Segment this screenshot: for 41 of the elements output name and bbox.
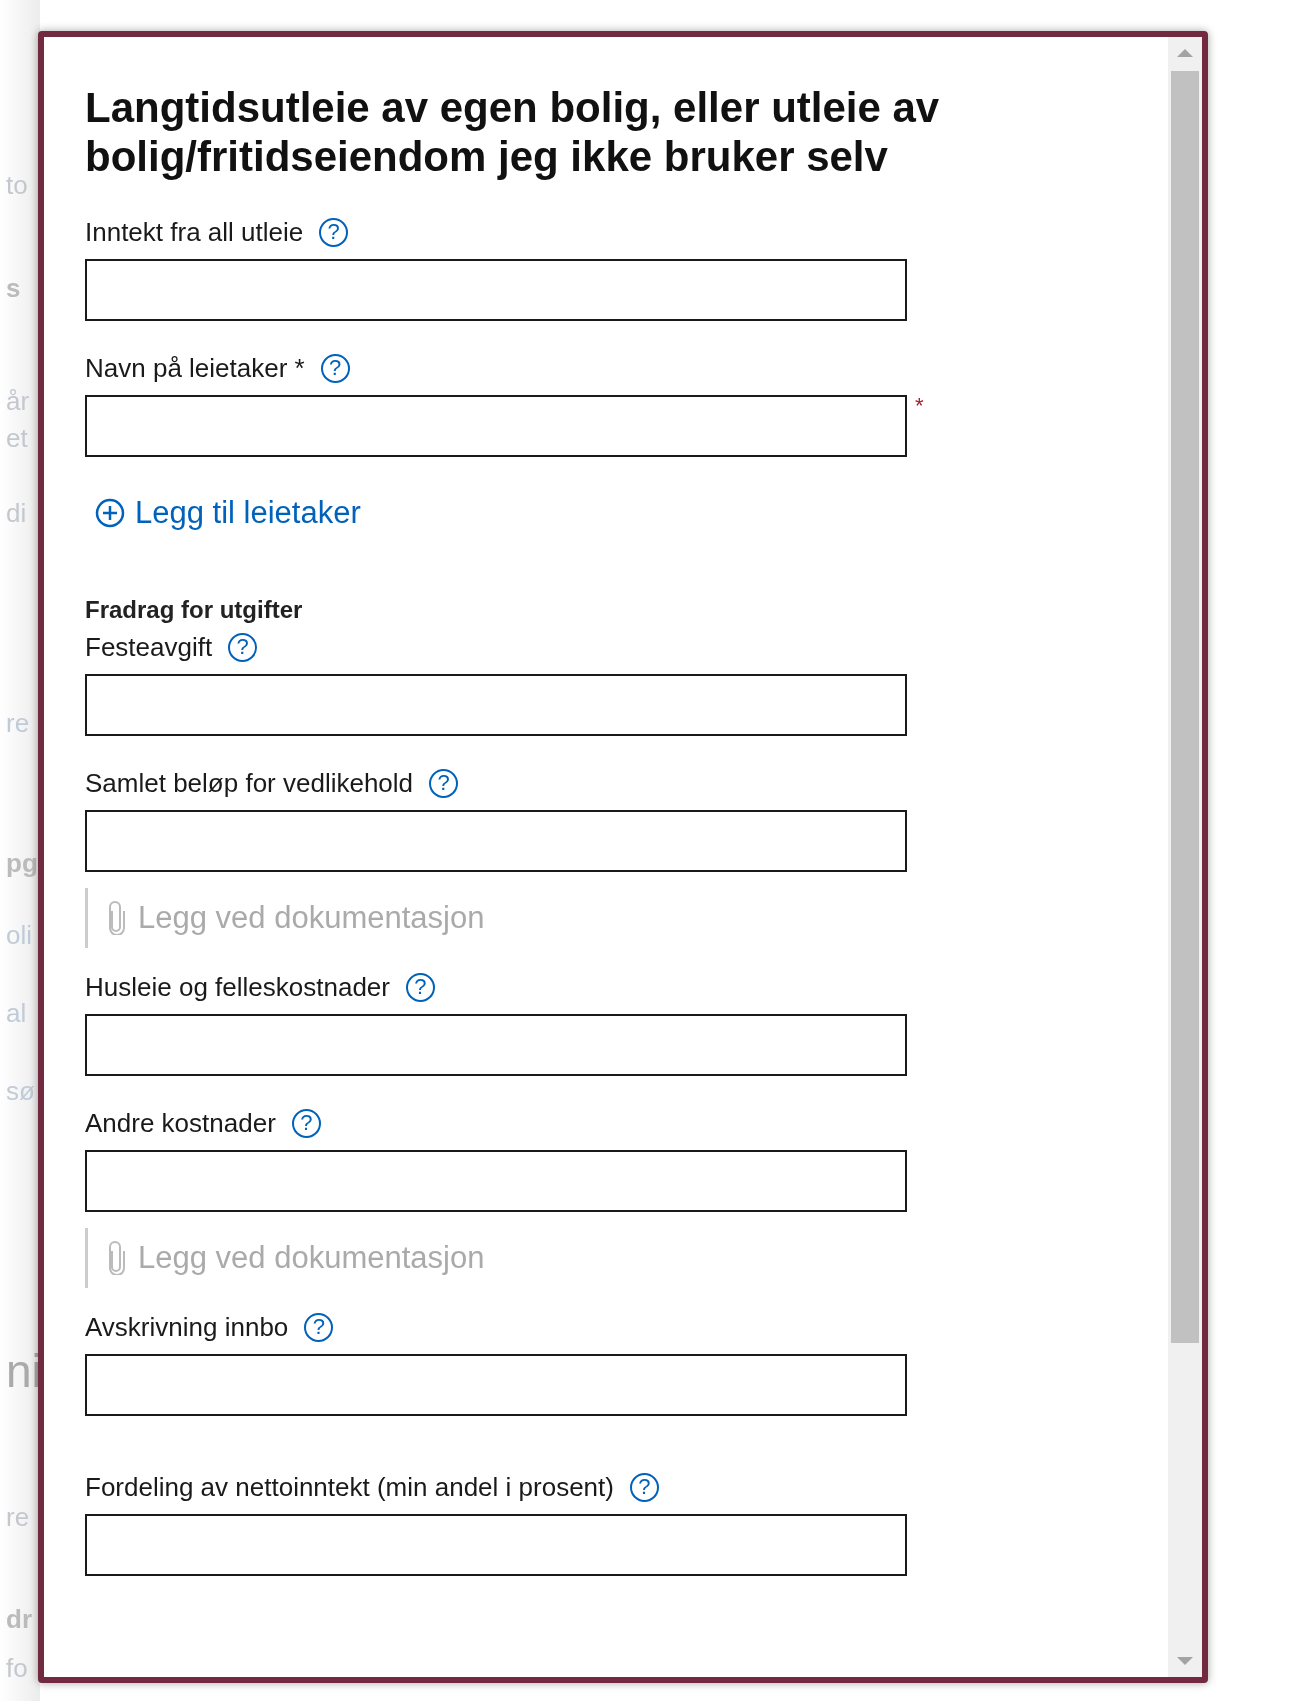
paperclip-icon bbox=[106, 901, 126, 935]
field-label: Andre kostnader bbox=[85, 1107, 276, 1139]
input-field[interactable] bbox=[85, 1014, 907, 1076]
input-field[interactable] bbox=[85, 674, 907, 736]
field-label: Navn på leietaker * bbox=[85, 352, 305, 384]
help-icon[interactable]: ? bbox=[319, 217, 349, 247]
field-label: Avskrivning innbo bbox=[85, 1311, 289, 1343]
help-icon[interactable]: ? bbox=[228, 632, 258, 662]
background-text: oli bbox=[6, 922, 32, 948]
background-text: re bbox=[6, 710, 30, 736]
help-icon[interactable]: ? bbox=[291, 1108, 321, 1138]
scrollbar[interactable] bbox=[1168, 37, 1202, 1677]
help-icon[interactable]: ? bbox=[304, 1312, 334, 1342]
help-icon[interactable]: ? bbox=[629, 1472, 659, 1502]
input-field[interactable] bbox=[85, 1354, 907, 1416]
help-icon[interactable]: ? bbox=[429, 768, 459, 798]
field-label: Samlet beløp for vedlikehold bbox=[85, 767, 414, 799]
help-icon[interactable]: ? bbox=[405, 972, 435, 1002]
input-field[interactable] bbox=[85, 259, 907, 321]
input-field[interactable] bbox=[85, 395, 907, 457]
field-label: Inntekt fra all utleie bbox=[85, 216, 304, 248]
background-text: to bbox=[6, 172, 28, 198]
input-field[interactable] bbox=[85, 810, 907, 872]
required-mark: * bbox=[915, 395, 924, 417]
dialog-title: Langtidsutleie av egen bolig, eller utleie av bolig/fritidseiendom jeg ikke bruker selv bbox=[85, 83, 941, 181]
add-tenant-link[interactable]: Legg til leietaker bbox=[95, 495, 361, 531]
background-text: s bbox=[6, 275, 21, 301]
help-icon[interactable]: ? bbox=[320, 353, 350, 383]
input-field[interactable] bbox=[85, 1150, 907, 1212]
background-text: dr bbox=[6, 1606, 32, 1632]
field-label: Festeavgift bbox=[85, 631, 213, 663]
section-heading: Fradrag for utgifter bbox=[85, 596, 304, 624]
field-label: Fordeling av nettoinntekt (min andel i prosent) bbox=[85, 1471, 614, 1503]
scrollbar-thumb[interactable] bbox=[1171, 71, 1199, 1343]
paperclip-icon bbox=[106, 1241, 126, 1275]
input-field[interactable] bbox=[85, 1514, 907, 1576]
background-text: al bbox=[6, 1000, 27, 1026]
background-text: pg bbox=[6, 850, 38, 876]
background-text: sø bbox=[6, 1078, 35, 1104]
plus-circle-icon bbox=[95, 498, 125, 528]
field-label: Husleie og felleskostnader bbox=[85, 971, 390, 1003]
